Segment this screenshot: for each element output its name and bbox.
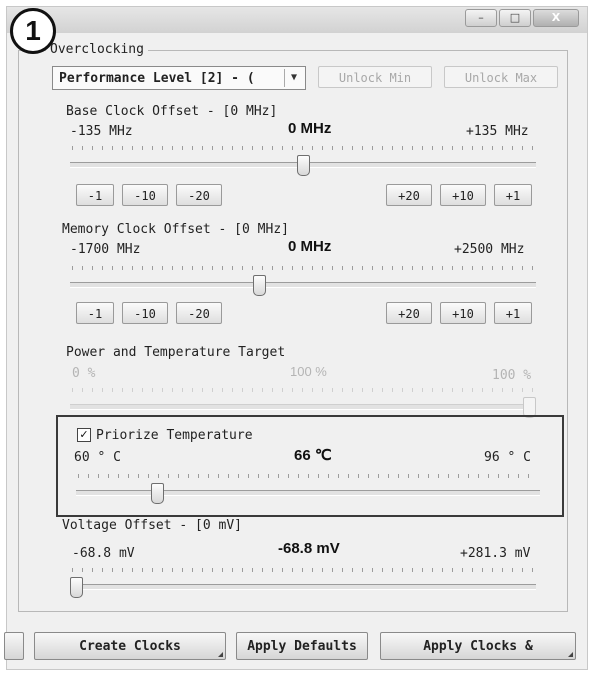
power-target-current: 100 % <box>290 364 327 379</box>
power-target-slider-track[interactable] <box>70 404 536 410</box>
voltage-current: -68.8 mV <box>278 540 340 557</box>
apply-clocks-button[interactable]: Apply Clocks & <box>380 632 576 660</box>
power-target-ticks <box>72 388 534 392</box>
step-number-badge: 1 <box>10 8 56 54</box>
power-target-title: Power and Temperature Target <box>66 345 286 360</box>
base-clock-minus-20-button[interactable]: -20 <box>176 184 222 206</box>
voltage-slider-thumb[interactable] <box>70 577 83 598</box>
base-clock-ticks <box>72 146 534 150</box>
performance-level-value: Performance Level [2] - ( <box>59 71 255 86</box>
base-clock-plus-20-button[interactable]: +20 <box>386 184 432 206</box>
temperature-ticks <box>78 474 538 478</box>
memory-clock-minus-20-button[interactable]: -20 <box>176 302 222 324</box>
voltage-max: +281.3 mV <box>460 546 531 561</box>
minimize-button[interactable]: – <box>465 9 497 27</box>
temperature-max: 96 ° C <box>484 450 531 465</box>
voltage-slider-track[interactable] <box>70 584 536 590</box>
memory-clock-slider-track[interactable] <box>70 282 536 288</box>
temperature-min: 60 ° C <box>74 450 121 465</box>
memory-clock-title: Memory Clock Offset - [0 MHz] <box>62 222 289 237</box>
base-clock-title: Base Clock Offset - [0 MHz] <box>66 104 278 119</box>
unlock-max-button[interactable]: Unlock Max <box>444 66 558 88</box>
memory-clock-plus-10-button[interactable]: +10 <box>440 302 486 324</box>
priorize-temperature-label: Priorize Temperature <box>96 428 253 443</box>
memory-clock-min: -1700 MHz <box>70 242 141 257</box>
window-controls: – □ X <box>465 9 579 27</box>
memory-clock-current: 0 MHz <box>288 238 332 255</box>
chevron-down-icon[interactable]: ▼ <box>284 69 303 87</box>
memory-clock-ticks <box>72 266 534 270</box>
voltage-offset-title: Voltage Offset - [0 mV] <box>62 518 243 533</box>
memory-clock-plus-1-button[interactable]: +1 <box>494 302 532 324</box>
title-bar: – □ X <box>7 7 587 33</box>
temperature-current: 66 ℃ <box>294 447 332 464</box>
base-clock-minus-1-button[interactable]: -1 <box>76 184 114 206</box>
temperature-slider-thumb[interactable] <box>151 483 165 504</box>
temperature-slider-track[interactable] <box>76 490 540 496</box>
power-target-max: 100 % <box>492 368 532 383</box>
voltage-ticks <box>72 568 534 572</box>
apply-defaults-button[interactable]: Apply Defaults <box>236 632 368 660</box>
apply-clocks-label: Apply Clocks & <box>423 639 533 654</box>
power-target-min: 0 % <box>72 366 96 381</box>
memory-clock-minus-1-button[interactable]: -1 <box>76 302 114 324</box>
create-clocks-label: Create Clocks <box>79 639 181 654</box>
memory-clock-minus-10-button[interactable]: -10 <box>122 302 168 324</box>
base-clock-min: -135 MHz <box>70 124 133 139</box>
base-clock-plus-1-button[interactable]: +1 <box>494 184 532 206</box>
maximize-button[interactable]: □ <box>499 9 531 27</box>
unlock-min-button[interactable]: Unlock Min <box>318 66 432 88</box>
close-button[interactable]: X <box>533 9 579 27</box>
base-clock-minus-10-button[interactable]: -10 <box>122 184 168 206</box>
base-clock-current: 0 MHz <box>288 120 332 137</box>
memory-clock-plus-20-button[interactable]: +20 <box>386 302 432 324</box>
overclocking-group-label: Overclocking <box>46 42 148 57</box>
base-clock-slider-thumb[interactable] <box>296 155 310 176</box>
base-clock-plus-10-button[interactable]: +10 <box>440 184 486 206</box>
memory-clock-slider-thumb[interactable] <box>253 275 267 296</box>
create-clocks-button[interactable]: Create Clocks <box>34 632 226 660</box>
dropdown-grip-icon <box>218 652 223 657</box>
voltage-min: -68.8 mV <box>72 546 135 561</box>
base-clock-max: +135 MHz <box>466 124 529 139</box>
dropdown-grip-icon <box>568 652 573 657</box>
priorize-temperature-checkbox[interactable]: ✓ <box>77 428 91 442</box>
memory-clock-max: +2500 MHz <box>454 242 525 257</box>
partial-left-button[interactable] <box>4 632 24 660</box>
performance-level-select[interactable]: Performance Level [2] - ( ▼ <box>52 66 306 90</box>
